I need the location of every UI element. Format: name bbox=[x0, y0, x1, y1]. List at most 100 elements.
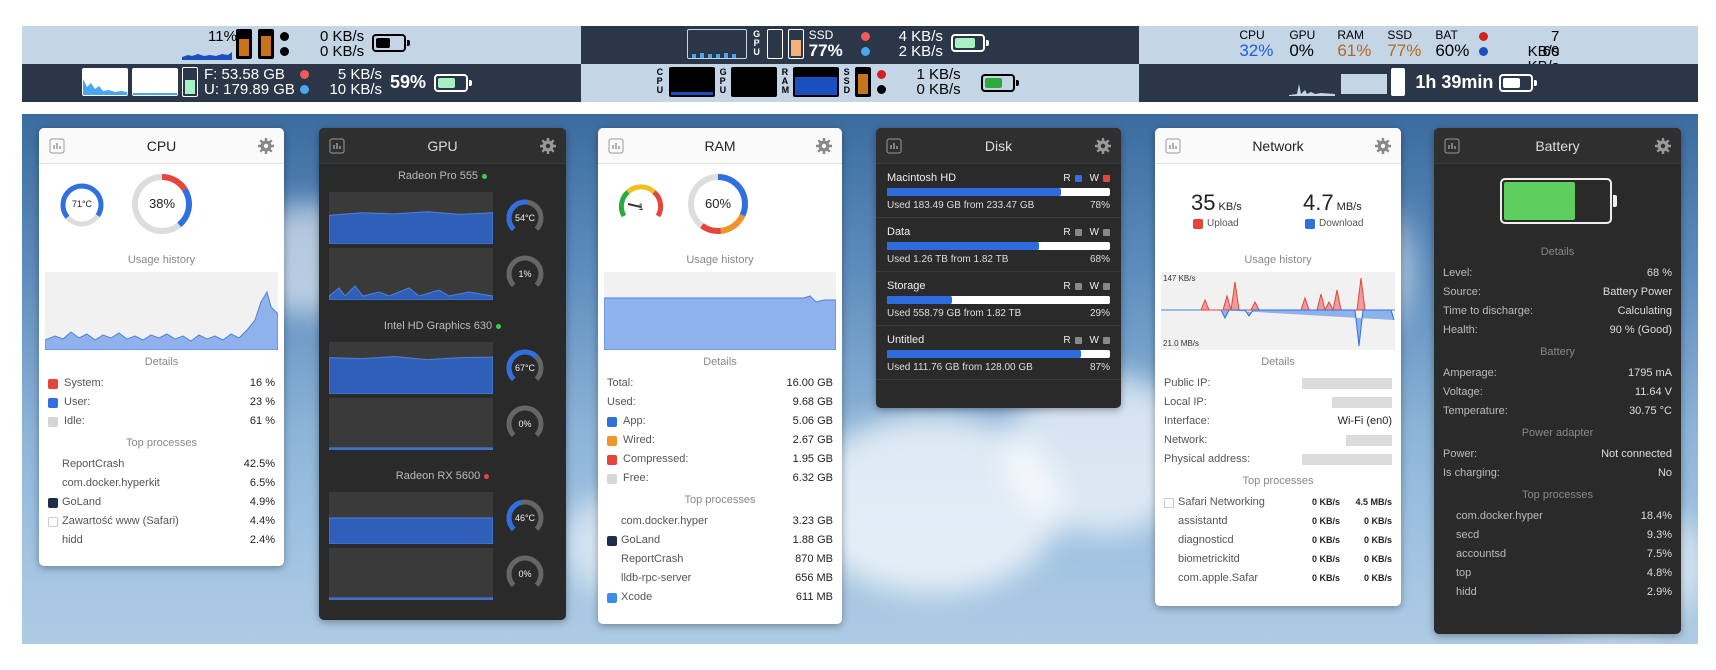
process-row[interactable]: Zawartość www (Safari) 4.4% bbox=[39, 512, 284, 531]
disk-item[interactable]: Storage R W Used 558.79 GB from 1.82 TB 29% bbox=[876, 272, 1121, 326]
process-row[interactable]: com.docker.hyper 18.4% bbox=[1434, 507, 1681, 526]
process-row[interactable]: lldb-rpc-server 656 MB bbox=[598, 569, 842, 588]
process-download: 0 KB/s bbox=[1363, 554, 1392, 564]
process-name: ReportCrash bbox=[621, 553, 684, 565]
process-row[interactable]: Xcode 611 MB bbox=[598, 588, 842, 607]
process-row[interactable]: hidd 2.9% bbox=[1434, 583, 1681, 602]
ssd-level-icon bbox=[854, 67, 871, 97]
process-value: 7.5% bbox=[1646, 548, 1672, 560]
process-name: com.apple.Safar bbox=[1178, 572, 1259, 584]
process-row[interactable]: ReportCrash 870 MB bbox=[598, 550, 842, 569]
gear-icon[interactable] bbox=[1095, 138, 1111, 154]
stat-value: 60% bbox=[1435, 41, 1470, 60]
process-row[interactable]: Safari Networking 0 KB/s 4.5 MB/s bbox=[1155, 493, 1401, 512]
chart-icon[interactable] bbox=[886, 138, 902, 154]
detail-row: Time to discharge: Calculating bbox=[1434, 302, 1681, 321]
process-row[interactable]: top 4.8% bbox=[1434, 564, 1681, 583]
detail-row: Health: 90 % (Good) bbox=[1434, 321, 1681, 340]
network-panel: Network 35 KB/s Upload 4.7 MB/s Download… bbox=[1155, 128, 1401, 606]
upload-dot-icon bbox=[300, 70, 309, 79]
disk-used-text: Used 111.76 GB from 128.00 GB bbox=[887, 362, 1033, 373]
disk-item[interactable]: Untitled R W Used 111.76 GB from 128.00 GB 8… bbox=[876, 326, 1121, 380]
gear-icon[interactable] bbox=[1375, 138, 1391, 154]
detail-row: System: 16 % bbox=[39, 374, 284, 393]
menubar-segment-3[interactable]: CPU 32% GPU 0% RAM 61% SSD 77% BAT 60% 7 KB/s 60 … bbox=[1139, 26, 1699, 74]
gpu-name: Radeon Pro 555 bbox=[397, 170, 479, 182]
detail-value: 5.06 GB bbox=[792, 415, 833, 427]
process-value: 1.88 GB bbox=[792, 534, 833, 546]
detail-label: Idle: bbox=[64, 415, 85, 427]
detail-label: Amperage: bbox=[1443, 367, 1497, 379]
menubar-segment-1[interactable]: 11% 0 KB/s 0 KB/s bbox=[22, 26, 581, 64]
detail-key: Used: bbox=[607, 393, 636, 412]
network-sparkline-icon bbox=[1289, 84, 1336, 96]
menubar-segment-6[interactable]: 1h 39min bbox=[1139, 64, 1699, 102]
menubar-segment-5[interactable]: CPU GPU RAM SSD 1 KB/s 0 KB/s bbox=[580, 64, 1140, 102]
detail-row: Idle: 61 % bbox=[39, 412, 284, 431]
disk-item[interactable]: Macintosh HD R W Used 183.49 GB from 233.47… bbox=[876, 164, 1121, 218]
detail-key: Idle: bbox=[48, 412, 85, 431]
process-name: com.docker.hyperkit bbox=[62, 477, 160, 489]
legend-swatch bbox=[48, 397, 58, 408]
disk-item[interactable]: Data R W Used 1.26 TB from 1.82 TB 68% bbox=[876, 218, 1121, 272]
detail-key: Is charging: bbox=[1443, 464, 1500, 483]
status-dot-icon bbox=[484, 473, 490, 479]
battery-list: Amperage: 1795 mA Voltage: 11.64 V Temperatu… bbox=[1434, 364, 1681, 421]
gear-icon[interactable] bbox=[1655, 138, 1671, 154]
gear-icon[interactable] bbox=[540, 138, 556, 154]
chart-icon[interactable] bbox=[49, 138, 65, 154]
chart-icon[interactable] bbox=[1165, 138, 1181, 154]
process-row[interactable]: GoLand 1.88 GB bbox=[598, 531, 842, 550]
detail-key: Temperature: bbox=[1443, 402, 1508, 421]
process-row[interactable]: diagnosticd 0 KB/s 0 KB/s bbox=[1155, 531, 1401, 550]
process-row[interactable]: com.docker.hyperkit 6.5% bbox=[39, 474, 284, 493]
process-row[interactable]: assistantd 0 KB/s 0 KB/s bbox=[1155, 512, 1401, 531]
process-row[interactable]: biometrickitd 0 KB/s 0 KB/s bbox=[1155, 550, 1401, 569]
process-name: hidd bbox=[62, 534, 83, 546]
detail-row: Network: bbox=[1155, 431, 1401, 450]
process-list: com.docker.hyper 3.23 GB GoLand 1.88 GB Repo… bbox=[598, 512, 842, 607]
cpu-percent: 11% bbox=[208, 28, 237, 45]
detail-key: User: bbox=[48, 393, 90, 412]
process-row[interactable]: ReportCrash 42.5% bbox=[39, 455, 284, 474]
process-value: 3.23 GB bbox=[792, 515, 833, 527]
process-row[interactable]: com.apple.Safar 0 KB/s 0 KB/s bbox=[1155, 569, 1401, 588]
chart-icon[interactable] bbox=[1444, 138, 1460, 154]
process-row[interactable]: secd 9.3% bbox=[1434, 526, 1681, 545]
process-name: assistantd bbox=[1178, 515, 1228, 527]
menubar-segment-2[interactable]: GPU SSD 77% 4 KB/s 2 KB/s bbox=[580, 26, 1140, 64]
process-row[interactable]: GoLand 4.9% bbox=[39, 493, 284, 512]
scale-top: 147 KB/s bbox=[1163, 274, 1196, 283]
panel-title: Disk bbox=[984, 138, 1013, 154]
gpu-usage-gauge-value: 0% bbox=[518, 569, 532, 579]
battery-time: 1h 39min bbox=[1415, 72, 1494, 92]
process-upload: 0 KB/s bbox=[1311, 554, 1340, 564]
gpu-vertical-label: GPU bbox=[719, 67, 727, 95]
section-label: Top processes bbox=[1242, 475, 1314, 487]
goland-icon bbox=[607, 535, 617, 546]
menubar-row-1: 11% 0 KB/s 0 KB/s GPU SSD 77% 4 KB/s 2 K… bbox=[22, 26, 1699, 74]
read-indicator-icon bbox=[1074, 228, 1082, 236]
detail-key: Time to discharge: bbox=[1443, 302, 1533, 321]
ssd-bar-icon bbox=[258, 29, 274, 59]
details-list: System: 16 % User: 23 % Idle: 61 % bbox=[39, 374, 284, 431]
process-row[interactable]: accountsd 7.5% bbox=[1434, 545, 1681, 564]
upload-speed: 35 KB/s bbox=[1191, 190, 1242, 215]
gpu-temperature-gauge-value: 67°C bbox=[514, 363, 536, 373]
process-row[interactable]: com.docker.hyper 3.23 GB bbox=[598, 512, 842, 531]
ram-bar-icon bbox=[236, 29, 252, 59]
disk-used-text: Used 183.49 GB from 233.47 GB bbox=[887, 200, 1035, 211]
chart-icon[interactable] bbox=[329, 138, 345, 154]
gpu-temperature-gauge-value: 54°C bbox=[514, 213, 536, 223]
gpu-card: Intel HD Graphics 630 67°C 0% bbox=[319, 314, 566, 464]
detail-key: Total: bbox=[607, 374, 633, 393]
gear-icon[interactable] bbox=[258, 138, 274, 154]
detail-row: Temperature: 30.75 °C bbox=[1434, 402, 1681, 421]
process-row[interactable]: hidd 2.4% bbox=[39, 531, 284, 550]
legend-swatch bbox=[48, 378, 58, 389]
write-indicator-icon bbox=[1103, 174, 1110, 182]
chart-icon[interactable] bbox=[608, 138, 624, 154]
gear-icon[interactable] bbox=[816, 138, 832, 154]
menubar-segment-4[interactable]: F: 53.58 GB U: 179.89 GB 5 KB/s 10 KB/s … bbox=[22, 64, 581, 102]
gpu-card: Radeon Pro 555 54°C 1% bbox=[319, 164, 566, 314]
